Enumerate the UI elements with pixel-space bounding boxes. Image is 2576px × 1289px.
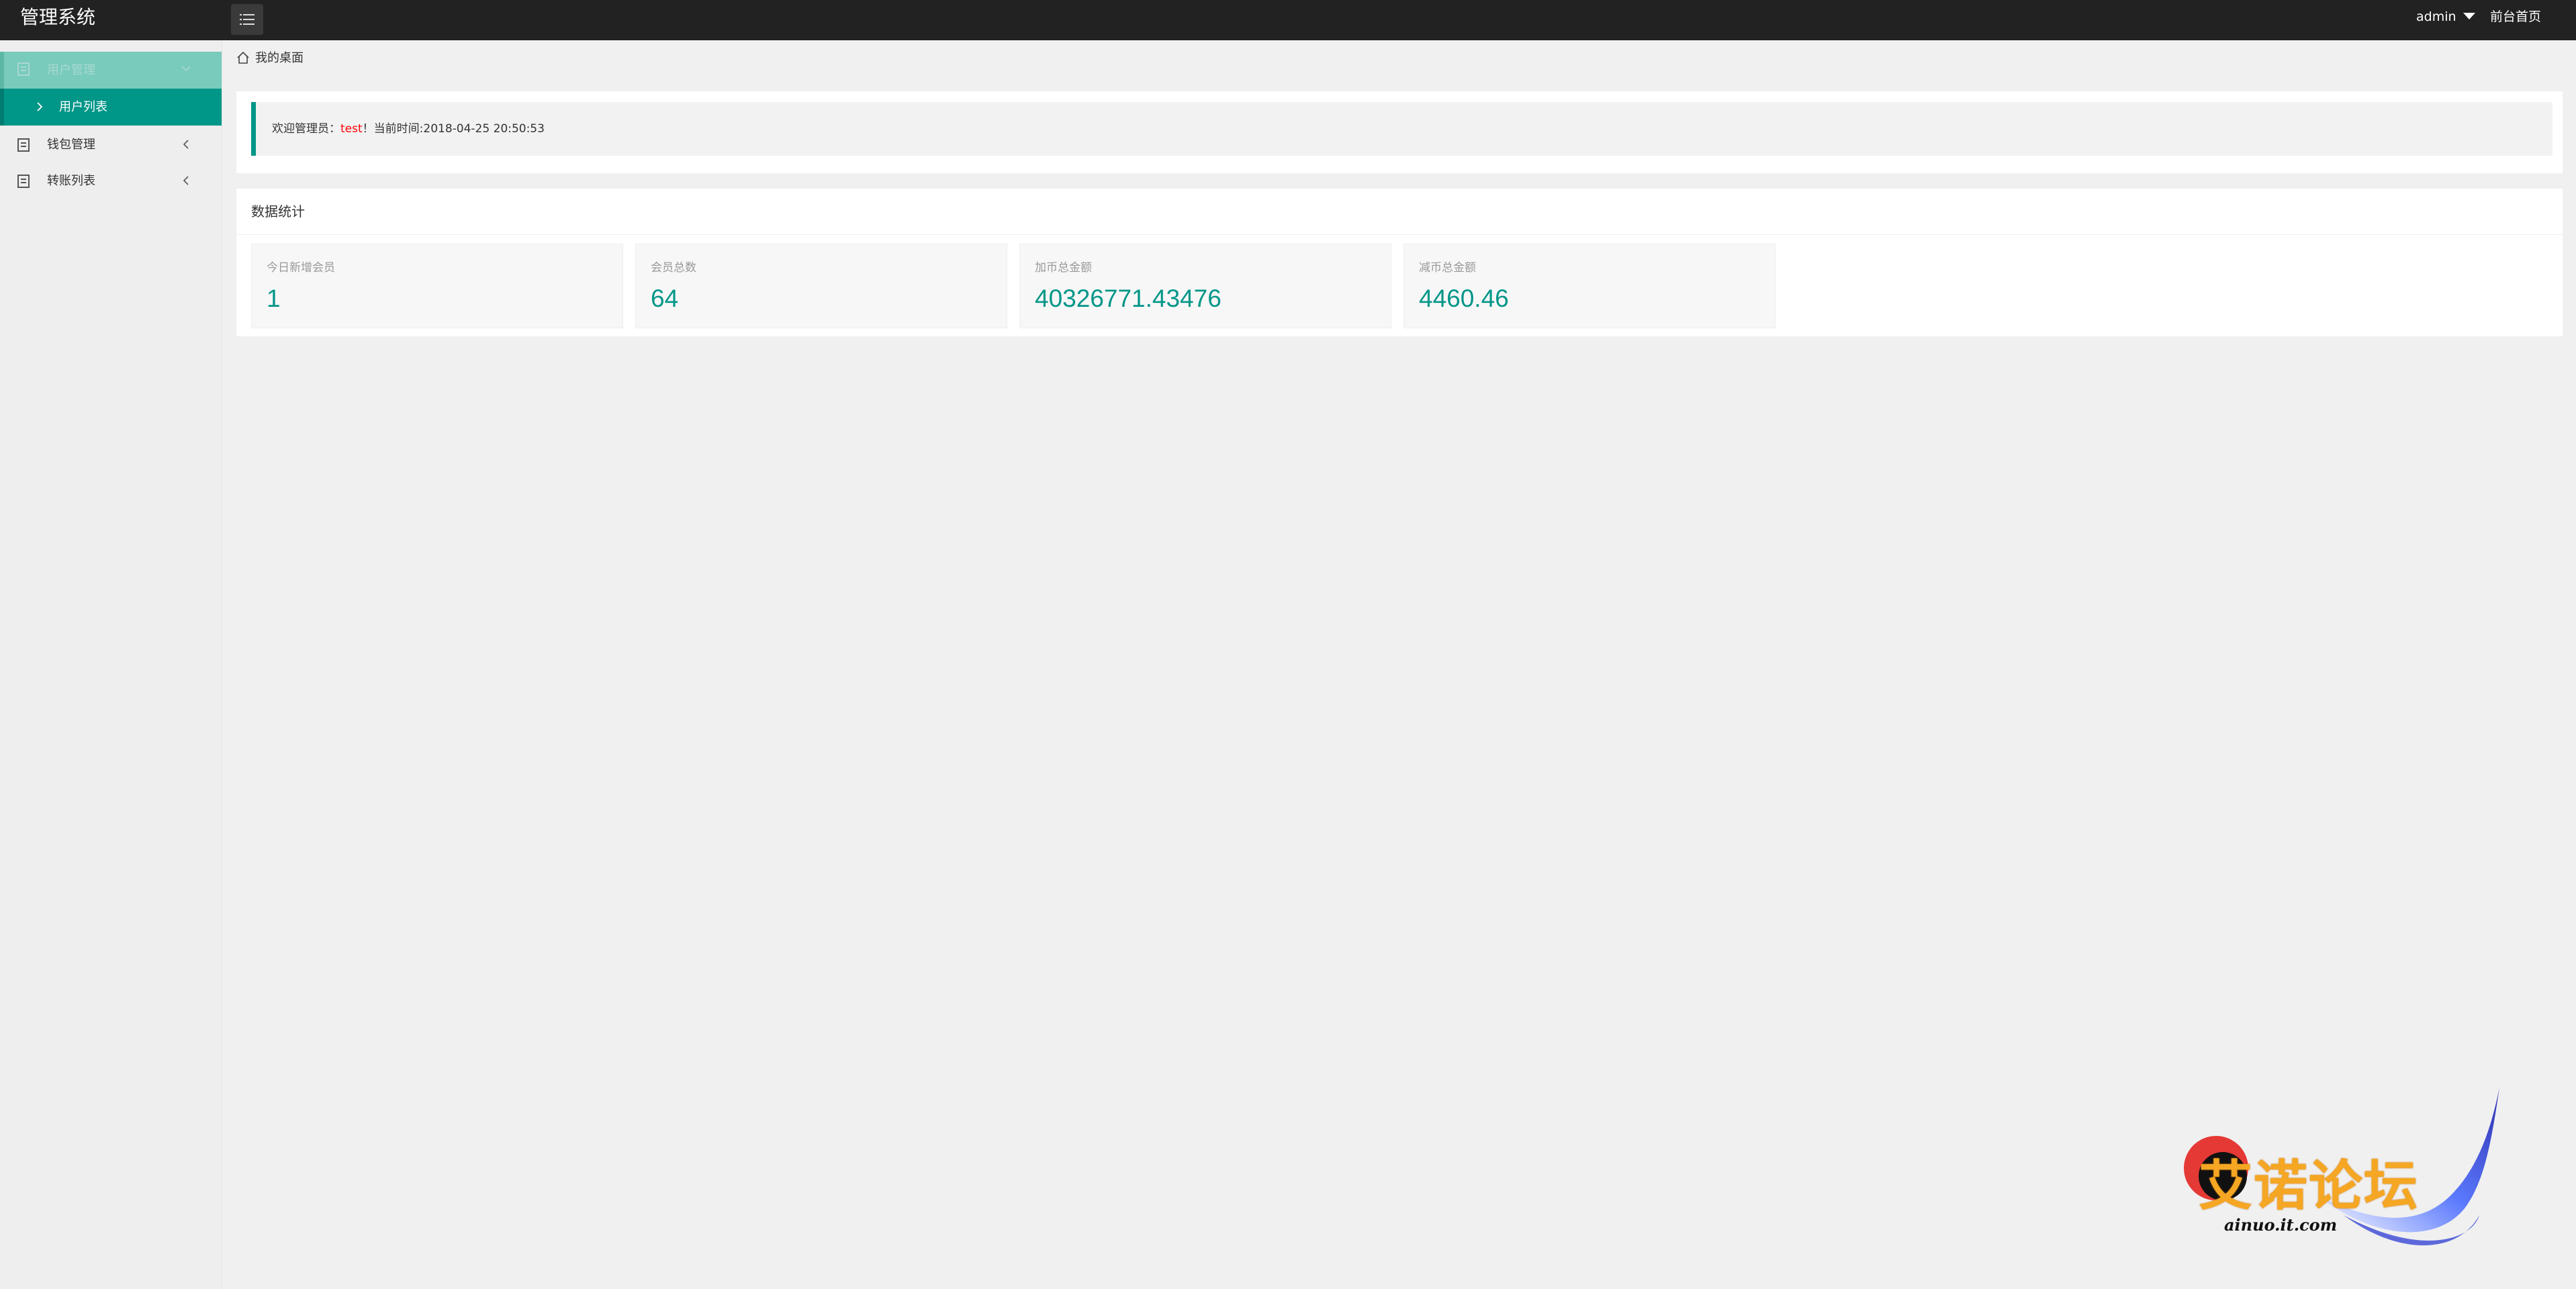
stat-value: 64	[651, 285, 679, 312]
sidebar-subitem-label: 用户列表	[59, 100, 107, 114]
app-title: 管理系统	[20, 6, 96, 28]
stat-label: 加币总金额	[1035, 261, 1092, 275]
stat-total-members: 会员总数 64	[635, 244, 1007, 328]
page-icon	[17, 138, 30, 152]
sidebar-item-user-management[interactable]: 用户管理	[0, 52, 222, 89]
stat-value: 4460.46	[1419, 285, 1509, 312]
chevron-left-icon	[183, 176, 189, 185]
caret-down-icon	[2463, 12, 2475, 19]
chevron-left-icon	[183, 140, 189, 149]
watermark-title: 艾诺论坛	[2199, 1155, 2419, 1217]
stats-card: 数据统计 今日新增会员 1 会员总数 64 加币总金额 40326771.434…	[236, 189, 2563, 336]
sidebar-item-label: 用户管理	[47, 63, 95, 77]
stat-total-deducted-coins: 减币总金额 4460.46	[1404, 244, 1776, 328]
page-icon	[17, 62, 30, 76]
sidebar-item-user-list[interactable]: 用户列表	[0, 89, 222, 126]
stat-label: 减币总金额	[1419, 261, 1476, 275]
sidebar-item-wallet-management[interactable]: 钱包管理	[0, 128, 222, 162]
stat-label: 今日新增会员	[267, 261, 335, 275]
page-icon	[17, 175, 30, 188]
welcome-message: 欢迎管理员：test！当前时间:2018-04-25 20:50:53	[251, 102, 2552, 156]
stat-label: 会员总数	[651, 261, 696, 275]
welcome-card: 欢迎管理员：test！当前时间:2018-04-25 20:50:53	[236, 91, 2563, 173]
chevron-down-icon	[181, 66, 191, 72]
breadcrumb-label[interactable]: 我的桌面	[255, 47, 304, 70]
watermark-logo: 艾诺论坛 ainuo.it.com	[2176, 1088, 2505, 1262]
stat-total-added-coins: 加币总金额 40326771.43476	[1019, 244, 1391, 328]
welcome-time: ！当前时间:2018-04-25 20:50:53	[362, 122, 545, 136]
stat-value: 40326771.43476	[1035, 285, 1222, 312]
sidebar: 用户管理 用户列表 钱包管理 转账列表	[0, 40, 222, 1289]
stats-title: 数据统计	[251, 203, 305, 220]
sidebar-item-label: 钱包管理	[47, 138, 95, 152]
chevron-right-icon	[37, 102, 43, 111]
menu-toggle-button[interactable]	[231, 4, 263, 35]
sidebar-item-transfer-list[interactable]: 转账列表	[0, 164, 222, 199]
user-menu[interactable]: admin	[2416, 0, 2475, 34]
divider	[236, 234, 2563, 235]
sidebar-item-label: 转账列表	[47, 174, 95, 188]
user-name: admin	[2416, 9, 2456, 24]
top-header: 管理系统 admin 前台首页	[0, 0, 2576, 40]
welcome-prefix: 欢迎管理员：	[272, 122, 340, 136]
stat-new-members-today: 今日新增会员 1	[251, 244, 623, 328]
home-icon	[237, 51, 249, 64]
stat-value: 1	[267, 285, 281, 312]
front-page-link[interactable]: 前台首页	[2490, 0, 2541, 34]
menu-icon	[240, 14, 255, 25]
admin-name: test	[340, 122, 363, 136]
watermark-domain: ainuo.it.com	[2224, 1215, 2338, 1235]
